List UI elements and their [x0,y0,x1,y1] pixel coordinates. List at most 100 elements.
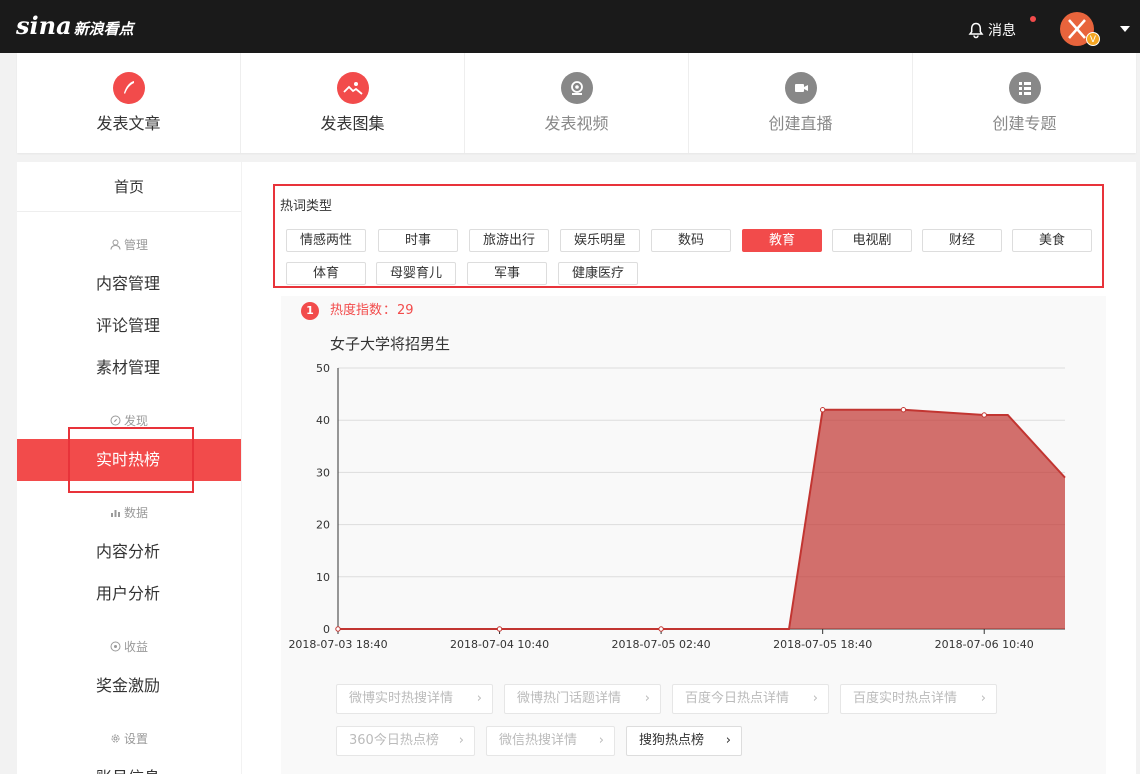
create-live-button[interactable]: 创建直播 [689,53,913,153]
tag-health[interactable]: 健康医疗 [558,262,638,285]
tag-current-affairs[interactable]: 时事 [378,229,458,252]
heat-value: 29 [397,303,414,318]
quill-icon [112,72,145,104]
logo-main: sina [16,11,72,40]
data-point [496,626,503,632]
tag-sports[interactable]: 体育 [286,262,366,285]
data-point [335,626,341,632]
action-label: 创建直播 [768,114,833,133]
link-label: 百度实时热点详情 [853,691,958,706]
sidebar-group-discover: 发现 [17,412,241,429]
compass-icon [110,415,121,426]
video-icon [560,72,593,104]
bar-chart-icon [110,510,120,517]
link-label: 微博热门话题详情 [517,691,622,706]
tag-food[interactable]: 美食 [1012,229,1092,252]
series-area [338,409,1065,629]
logo-sub: 新浪看点 [73,20,134,38]
sidebar-group-data: 数据 [17,504,241,521]
sidebar-item-material-manage[interactable]: 素材管理 [17,347,241,389]
sidebar-item-user-analysis[interactable]: 用户分析 [17,573,241,615]
heat-index: 热度指数：29 [330,302,414,320]
sidebar-item-content-analysis[interactable]: 内容分析 [17,531,241,573]
tag-parenting[interactable]: 母婴育儿 [376,262,456,285]
hot-item-title[interactable]: 女子大学将招男生 [330,333,450,354]
tag-entertainment[interactable]: 娱乐明星 [560,229,640,252]
link-label: 360今日热点榜 [349,733,439,748]
tag-tv-drama[interactable]: 电视剧 [832,229,912,252]
group-label: 数据 [123,506,148,520]
image-icon [336,72,369,104]
tag-emotion[interactable]: 情感两性 [286,229,366,252]
chevron-right-icon: › [980,691,986,706]
link-wechat-search[interactable]: 微信热搜详情 › [486,726,615,756]
group-label: 设置 [123,732,148,746]
heat-trend-chart: 0 10 20 30 40 50 2018-07-03 18:40 2018-07-04 10… [288,362,1066,651]
sidebar-item-home[interactable]: 首页 [17,162,241,212]
y-tick-label: 0 [323,623,330,636]
tag-finance[interactable]: 财经 [922,229,1002,252]
y-tick-label: 40 [316,414,330,427]
chevron-right-icon: › [725,733,731,748]
hotword-type-title: 热词类型 [280,199,333,214]
sina-logo[interactable]: sina 新浪看点 [16,12,134,43]
link-baidu-realtime[interactable]: 百度实时热点详情 › [840,684,997,714]
tag-education[interactable]: 教育 [742,229,822,252]
heat-separator: ： [383,303,397,318]
unread-dot [1030,16,1036,22]
chevron-right-icon: › [458,733,464,748]
chevron-right-icon: › [476,691,482,706]
data-point [658,626,664,632]
sidebar: 首页 管理 内容管理 评论管理 素材管理 发现 实时热榜 数据 内容分析 用户分… [17,162,241,774]
topic-icon [1008,72,1041,104]
action-label: 发表图集 [320,114,385,133]
link-baidu-today[interactable]: 百度今日热点详情 › [672,684,829,714]
link-weibo-topics[interactable]: 微博热门话题详情 › [504,684,661,714]
link-360-today[interactable]: 360今日热点榜 › [336,726,475,756]
user-icon [110,239,121,250]
rank-badge: 1 [301,302,319,320]
chevron-right-icon: › [644,691,650,706]
sidebar-item-bonus[interactable]: 奖金激励 [17,665,241,707]
link-label: 微信热搜详情 [499,733,578,748]
create-topic-button[interactable]: 创建专题 [913,53,1136,153]
sidebar-item-comment-manage[interactable]: 评论管理 [17,305,241,347]
link-weibo-realtime[interactable]: 微博实时热搜详情 › [336,684,493,714]
action-label: 发表文章 [96,114,161,133]
sidebar-item-content-manage[interactable]: 内容管理 [17,263,241,305]
data-point [900,407,907,413]
verified-badge: V [1086,32,1100,46]
sidebar-group-income: 收益 [17,638,241,655]
tag-travel[interactable]: 旅游出行 [469,229,549,252]
y-tick-label: 10 [316,571,330,584]
x-tick-label: 2018-07-03 18:40 [288,638,387,651]
sidebar-item-account-info[interactable]: 账号信息 [17,757,241,774]
y-tick-label: 50 [316,362,330,375]
tag-military[interactable]: 军事 [467,262,547,285]
link-sogou-hot[interactable]: 搜狗热点榜 › [626,726,742,756]
messages-button[interactable]: 消息 [968,20,1016,40]
link-label: 微博实时热搜详情 [349,691,454,706]
top-bar: sina 新浪看点 消息 V [0,0,1140,53]
sidebar-group-manage: 管理 [17,236,241,253]
x-tick-label: 2018-07-05 18:40 [773,638,872,651]
data-point [981,412,987,418]
publish-gallery-button[interactable]: 发表图集 [241,53,465,153]
action-label: 发表视频 [544,114,609,133]
data-point [819,407,826,413]
publish-article-button[interactable]: 发表文章 [17,53,241,153]
chevron-down-icon[interactable] [1120,26,1130,32]
action-label: 创建专题 [992,114,1057,133]
coin-icon [110,641,121,652]
bell-icon [968,22,984,38]
heat-label: 热度指数 [330,303,383,318]
sidebar-group-settings: 设置 [17,730,241,747]
sidebar-item-realtime-hot[interactable]: 实时热榜 [17,439,241,481]
y-tick-label: 20 [316,519,330,532]
x-tick-label: 2018-07-04 10:40 [450,638,549,651]
group-label: 收益 [123,640,148,654]
tag-digital[interactable]: 数码 [651,229,731,252]
messages-label: 消息 [988,23,1016,39]
publish-video-button[interactable]: 发表视频 [465,53,689,153]
y-tick-label: 30 [316,466,330,479]
